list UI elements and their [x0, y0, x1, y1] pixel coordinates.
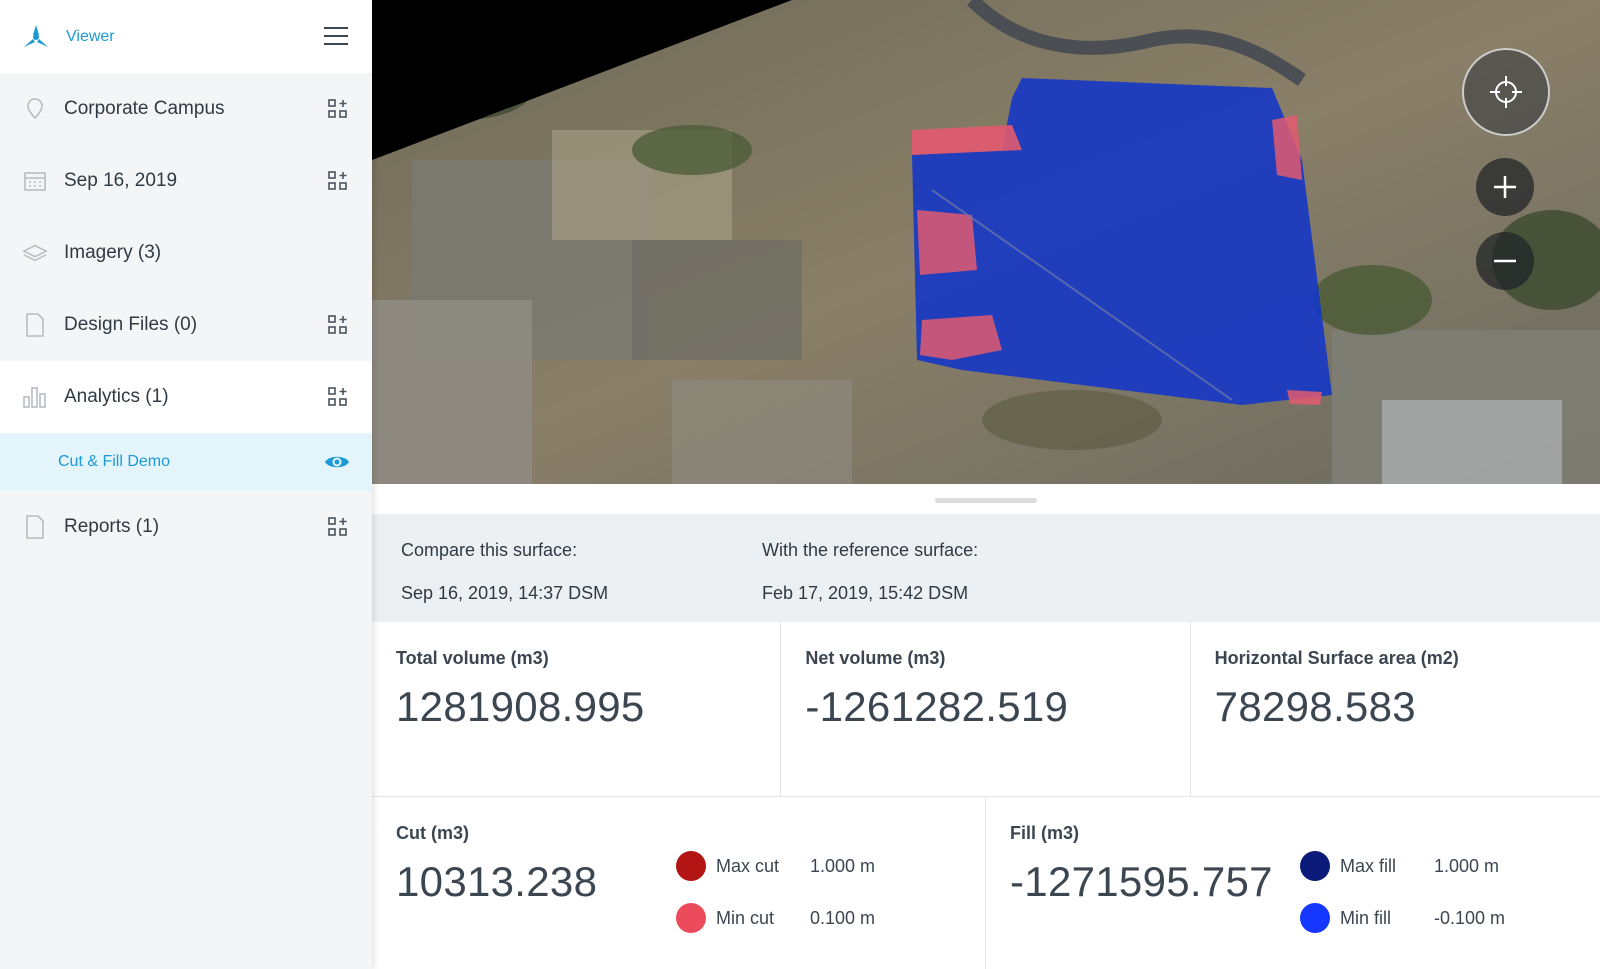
add-widget-icon[interactable] [328, 387, 348, 407]
stat-label: Net volume (m3) [805, 648, 946, 668]
legend-max-fill: Max fill 1.000 m [1300, 851, 1505, 881]
sidebar-item-date[interactable]: Sep 16, 2019 [0, 145, 372, 217]
zoom-in-button[interactable] [1476, 158, 1534, 216]
add-widget-icon[interactable] [328, 99, 348, 119]
fill-card: Fill (m3) -1271595.757 Max fill 1.000 m … [986, 797, 1600, 969]
eye-icon[interactable] [324, 451, 350, 473]
legend-value: 0.100 m [810, 907, 876, 928]
location-pin-icon [22, 96, 48, 122]
add-widget-icon[interactable] [328, 517, 348, 537]
compass-button[interactable] [1462, 48, 1550, 136]
zoom-out-button[interactable] [1476, 232, 1534, 290]
max-fill-color-swatch [1300, 851, 1330, 881]
compare-this-surface: Compare this surface: Sep 16, 2019, 14:3… [401, 540, 608, 604]
legend-label: Max fill [1340, 855, 1397, 876]
crosshair-icon [1490, 76, 1522, 108]
app-logo-icon [24, 24, 48, 47]
legend-label: Min cut [716, 907, 775, 928]
legend-value: 1.000 m [1434, 855, 1500, 876]
layers-icon [22, 240, 48, 266]
legend-value: -0.100 m [1434, 907, 1506, 928]
surface-area-card: Horizontal Surface area (m2) 78298.583 [1191, 622, 1600, 796]
sidebar-item-design-files[interactable]: Design Files (0) [0, 289, 372, 361]
sidebar-header: Viewer [0, 0, 372, 73]
cut-legend: Max cut 1.000 m Min cut 0.100 m [676, 851, 875, 955]
legend-max-cut: Max cut 1.000 m [676, 851, 875, 881]
sidebar-item-label: Sep 16, 2019 [64, 170, 178, 191]
plus-icon [1494, 176, 1516, 198]
sidebar-item-site[interactable]: Corporate Campus [0, 73, 372, 145]
resize-handle[interactable] [935, 498, 1037, 503]
sidebar-item-analytics[interactable]: Analytics (1) [0, 361, 372, 433]
sidebar-item-reports[interactable]: Reports (1) [0, 491, 372, 563]
sidebar-item-label: Reports (1) [64, 516, 160, 537]
file-icon [22, 312, 48, 338]
add-widget-icon[interactable] [328, 315, 348, 335]
compare-ref-value: Feb 17, 2019, 15:42 DSM [762, 583, 969, 603]
cut-card: Cut (m3) 10313.238 Max cut 1.000 m Min c… [372, 797, 986, 969]
menu-icon[interactable] [324, 27, 348, 45]
compare-ref-label: With the reference surface: [762, 540, 979, 560]
compare-this-label: Compare this surface: [401, 540, 578, 560]
sidebar-item-label: Corporate Campus [64, 98, 225, 119]
stat-label: Cut (m3) [396, 823, 469, 843]
total-volume-card: Total volume (m3) 1281908.995 [372, 622, 782, 796]
sidebar-subitem-label: Cut & Fill Demo [58, 453, 171, 470]
min-fill-color-swatch [1300, 903, 1330, 933]
fill-legend: Max fill 1.000 m Min fill -0.100 m [1300, 851, 1505, 955]
stat-value: 78298.583 [1214, 683, 1416, 730]
sidebar-subitem-cut-fill-demo[interactable]: Cut & Fill Demo [0, 433, 372, 491]
sidebar-item-label: Design Files (0) [64, 314, 198, 335]
stat-value: 1281908.995 [396, 683, 645, 730]
volume-stats: Total volume (m3) 1281908.995 Net volume… [372, 622, 1600, 796]
stat-label: Fill (m3) [1010, 823, 1080, 843]
sidebar-item-imagery[interactable]: Imagery (3) [0, 217, 372, 289]
surface-comparison: Compare this surface: Sep 16, 2019, 14:3… [372, 514, 1600, 622]
legend-min-cut: Min cut 0.100 m [676, 903, 875, 933]
sidebar: Viewer Corporate Campus Sep 16, 2019 Ima… [0, 0, 372, 969]
stat-label: Horizontal Surface area (m2) [1214, 648, 1459, 668]
sidebar-item-label: Imagery (3) [64, 242, 162, 263]
legend-label: Max cut [716, 855, 780, 876]
min-cut-color-swatch [676, 903, 706, 933]
sidebar-item-label: Analytics (1) [64, 386, 169, 407]
add-widget-icon[interactable] [328, 171, 348, 191]
net-volume-card: Net volume (m3) -1261282.519 [781, 622, 1191, 796]
legend-min-fill: Min fill -0.100 m [1300, 903, 1505, 933]
max-cut-color-swatch [676, 851, 706, 881]
minus-icon [1494, 259, 1516, 263]
stat-value: -1261282.519 [805, 683, 1069, 730]
cut-fill-stats: Cut (m3) 10313.238 Max cut 1.000 m Min c… [372, 796, 1600, 969]
map-viewport[interactable] [372, 0, 1600, 484]
bar-chart-icon [22, 384, 48, 410]
compare-reference-surface: With the reference surface: Feb 17, 2019… [762, 540, 978, 604]
file-icon [22, 514, 48, 540]
app-title: Viewer [66, 27, 115, 45]
panel-splitter [372, 484, 1600, 518]
compare-this-value: Sep 16, 2019, 14:37 DSM [401, 583, 609, 603]
legend-label: Min fill [1340, 907, 1392, 928]
terrain-3d-view [372, 0, 1600, 484]
legend-value: 1.000 m [810, 855, 876, 876]
stat-label: Total volume (m3) [396, 648, 549, 668]
calendar-icon [22, 168, 48, 194]
